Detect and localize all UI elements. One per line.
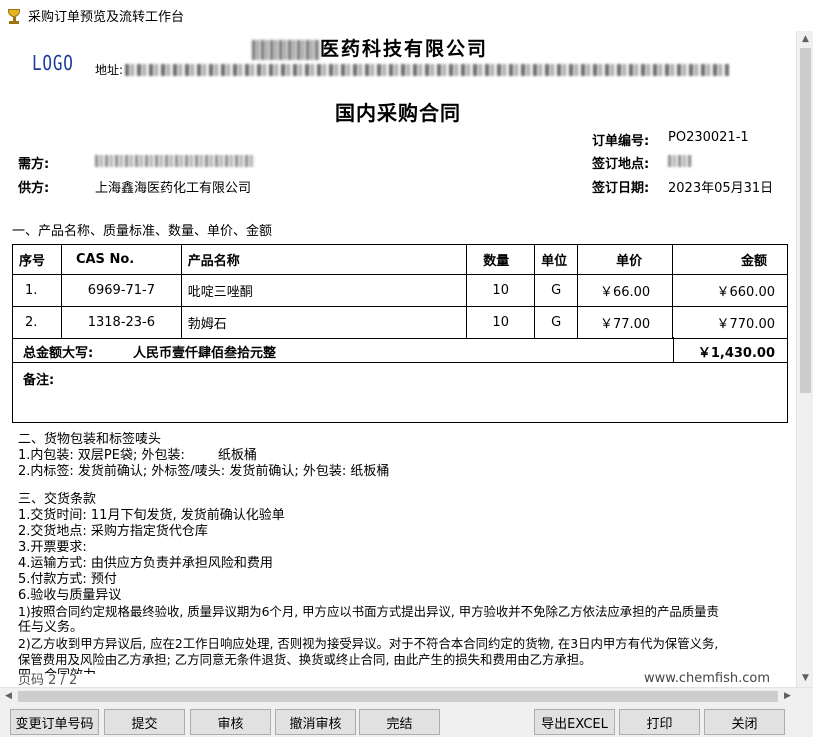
table-header-row: 序号 CAS No. 产品名称 数量 单位 单价 金额	[12, 244, 788, 275]
cell-amount: ￥770.00	[672, 306, 788, 339]
cell-unit: G	[534, 274, 579, 307]
website-url: www.chemfish.com	[644, 671, 770, 686]
cell-unit-price: ￥66.00	[577, 274, 674, 307]
export-excel-button[interactable]: 导出EXCEL	[534, 709, 615, 735]
scroll-down-icon[interactable]: ▼	[797, 670, 813, 687]
total-words: 人民币壹仟肆佰叁拾元整	[133, 346, 277, 361]
scroll-right-icon[interactable]: ▶	[779, 688, 796, 705]
review-button[interactable]: 审核	[190, 709, 271, 735]
window-title: 采购订单预览及流转工作台	[28, 10, 185, 25]
complete-button[interactable]: 完结	[359, 709, 440, 735]
table-row: 1. 6969-71-7 吡啶三唑酮 10 G ￥66.00 ￥660.00	[12, 274, 788, 307]
page-number: 页码 2 / 2	[18, 673, 78, 687]
order-no-value: PO230021-1	[668, 130, 749, 145]
total-value: ￥1,430.00	[697, 346, 775, 361]
supplier-value: 上海鑫海医药化工有限公司	[95, 181, 252, 196]
table-row: 2. 1318-23-6 勃姆石 10 G ￥77.00 ￥770.00	[12, 306, 788, 339]
section3-line: 2)乙方收到甲方异议后, 应在2工作日响应处理, 否则视为接受异议。对于不符合本…	[18, 636, 719, 651]
cell-unit: G	[534, 306, 579, 339]
vertical-scrollbar[interactable]: ▲ ▼	[796, 31, 813, 687]
vertical-scroll-thumb[interactable]	[800, 48, 811, 393]
section3-line: 3.开票要求:	[18, 540, 87, 555]
cell-product: 勃姆石	[180, 306, 468, 339]
scroll-up-icon[interactable]: ▲	[797, 31, 813, 48]
window-titlebar: 采购订单预览及流转工作台	[0, 0, 813, 31]
col-header-product: 产品名称	[180, 244, 468, 275]
col-header-qty: 数量	[466, 244, 536, 275]
company-logo: LOGO	[32, 51, 74, 75]
cell-qty: 10	[466, 306, 536, 339]
cell-amount: ￥660.00	[672, 274, 788, 307]
section3-title: 三、交货条款	[18, 492, 97, 507]
close-button[interactable]: 关闭	[704, 709, 785, 735]
section3-line: 任与义务。	[18, 620, 84, 635]
company-name: 医药科技有限公司	[252, 34, 488, 61]
section3-line: 6.验收与质量异议	[18, 588, 122, 603]
col-header-cas: CAS No.	[60, 244, 182, 275]
cell-unit-price: ￥77.00	[577, 306, 674, 339]
section3-line: 4.运输方式: 由供应方负责并承担风险和费用	[18, 556, 273, 571]
redacted-sign-place	[668, 155, 692, 167]
redacted-company-prefix	[252, 39, 320, 60]
redacted-buyer	[95, 155, 255, 167]
address-label: 地址:	[95, 63, 124, 77]
trophy-app-icon	[6, 8, 22, 24]
section3-line: 保管费用及风险由乙方承担; 乙方同意无条件退货、换货或终止合同, 由此产生的损失…	[18, 652, 592, 667]
submit-button[interactable]: 提交	[104, 709, 185, 735]
section2-line: 1.内包装: 双层PE袋; 外包装: 纸板桶	[18, 448, 257, 463]
cell-cas: 6969-71-7	[60, 274, 182, 307]
section2: 二、货物包装和标签唛头 1.内包装: 双层PE袋; 外包装: 纸板桶 2.内标签…	[18, 432, 389, 480]
col-header-amount: 金额	[672, 244, 788, 275]
section3-line: 5.付款方式: 预付	[18, 572, 117, 587]
address-row: 地址:	[95, 61, 730, 78]
remark-label: 备注:	[23, 373, 55, 388]
section3-line: 1.交货时间: 11月下旬发货, 发货前确认化验单	[18, 508, 285, 523]
sign-date-label: 签订日期:	[592, 181, 650, 196]
cell-index: 1.	[12, 274, 62, 307]
section3-line: 2.交货地点: 采购方指定货代仓库	[18, 524, 208, 539]
cell-index: 2.	[12, 306, 62, 339]
total-label: 总金额大写:	[23, 346, 94, 361]
cell-product: 吡啶三唑酮	[180, 274, 468, 307]
product-table: 序号 CAS No. 产品名称 数量 单位 单价 金额 1. 6969-71-7…	[12, 244, 788, 339]
col-header-index: 序号	[12, 244, 62, 275]
cell-cas: 1318-23-6	[60, 306, 182, 339]
supplier-label: 供方:	[18, 181, 50, 196]
total-row: 总金额大写: 人民币壹仟肆佰叁拾元整 ￥1,430.00	[12, 337, 788, 363]
section2-line: 2.内标签: 发货前确认; 外标签/唛头: 发货前确认; 外包装: 纸板桶	[18, 464, 390, 479]
document-preview[interactable]: LOGO 医药科技有限公司 地址: 国内采购合同 订单编号: PO230021-…	[0, 31, 796, 687]
sign-date-value: 2023年05月31日	[668, 181, 774, 196]
contract-title: 国内采购合同	[335, 101, 461, 125]
order-no-label: 订单编号:	[592, 134, 650, 149]
col-header-unit: 单位	[534, 244, 579, 275]
cell-qty: 10	[466, 274, 536, 307]
section3: 三、交货条款 1.交货时间: 11月下旬发货, 发货前确认化验单 2.交货地点:…	[18, 492, 788, 674]
scroll-left-icon[interactable]: ◀	[0, 688, 17, 705]
section3-line: 1)按照合同约定规格最终验收, 质量异议期为6个月, 甲方应以书面方式提出异议,…	[18, 604, 719, 619]
sign-place-label: 签订地点:	[592, 157, 650, 172]
print-button[interactable]: 打印	[619, 709, 700, 735]
change-order-no-button[interactable]: 变更订单号码	[10, 709, 99, 735]
buyer-label: 需方:	[18, 157, 50, 172]
section2-title: 二、货物包装和标签唛头	[18, 432, 162, 447]
horizontal-scrollbar[interactable]: ◀ ▶	[0, 687, 813, 704]
button-bar: 变更订单号码 提交 审核 撤消审核 完结 导出EXCEL 打印 关闭	[0, 704, 813, 737]
horizontal-scroll-thumb[interactable]	[18, 691, 778, 702]
section1-title: 一、产品名称、质量标准、数量、单价、金额	[12, 224, 273, 239]
col-header-unit-price: 单价	[577, 244, 674, 275]
remark-box: 备注:	[12, 363, 788, 423]
cancel-review-button[interactable]: 撤消审核	[275, 709, 356, 735]
redacted-address	[125, 63, 730, 76]
